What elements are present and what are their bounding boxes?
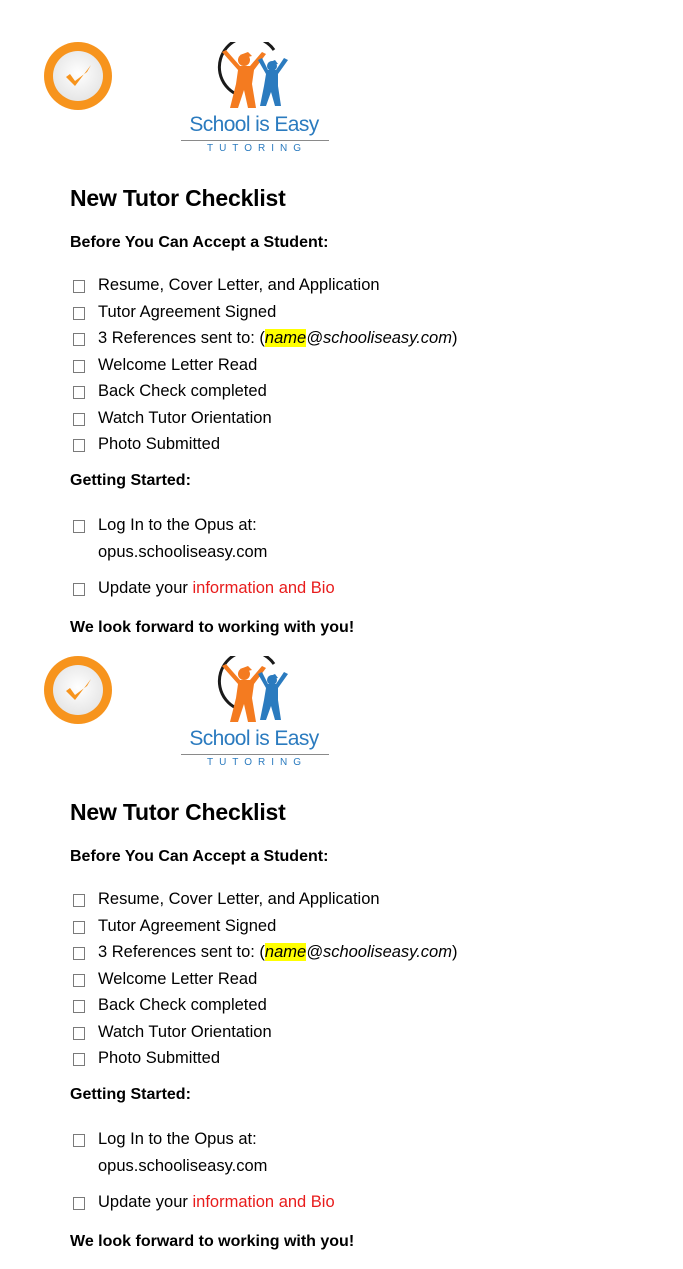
opus-url[interactable]: opus.schooliseasy.com (98, 539, 267, 566)
school-is-easy-logo: School is Easy TUTORING (178, 42, 330, 157)
checklist-item-label: Photo Submitted (98, 1049, 220, 1067)
checkbox-icon[interactable] (73, 1026, 85, 1040)
logo-divider (181, 754, 329, 755)
checkbox-icon[interactable] (73, 973, 85, 987)
checkbox-icon[interactable] (73, 359, 85, 373)
references-prefix: 3 References sent to: ( (98, 943, 265, 961)
requirements-checklist: Resume, Cover Letter, and Application Tu… (70, 274, 457, 460)
checklist-item-label: Photo Submitted (98, 435, 220, 453)
highlighted-name-placeholder: name (264, 329, 307, 347)
checklist-item-label: Watch Tutor Orientation (98, 408, 272, 427)
school-is-easy-logo: School is Easy TUTORING (178, 656, 330, 771)
checkbox-icon[interactable] (73, 947, 85, 960)
checkmark-badge-icon (43, 41, 113, 111)
requirements-checklist: Resume, Cover Letter, and Application Tu… (70, 888, 457, 1074)
references-suffix: ) (451, 943, 458, 961)
checklist-item-label: Welcome Letter Read (98, 355, 258, 374)
logo-wordmark: School is Easy (189, 727, 319, 750)
checklist-item-label: Resume, Cover Letter, and Application (98, 890, 380, 908)
checklist-item-label: Back Check completed (98, 996, 267, 1014)
checklist-page-2: School is Easy TUTORING New Tutor Checkl… (0, 614, 683, 1250)
login-instruction: Log In to the Opus at: (98, 1130, 257, 1148)
checkbox-icon[interactable] (73, 280, 85, 293)
information-and-bio-link[interactable]: information and Bio (192, 577, 334, 599)
checklist-item: Tutor Agreement Signed (70, 301, 457, 328)
section-heading-before: Before You Can Accept a Student: (70, 234, 329, 251)
page-title: New Tutor Checklist (70, 799, 286, 825)
checklist-item: 3 References sent to: (name@schooliseasy… (70, 327, 457, 354)
checklist-page-1: School is Easy TUTORING New Tutor Checkl… (0, 0, 683, 636)
checklist-item: Welcome Letter Read (70, 968, 457, 995)
checkbox-icon[interactable] (73, 894, 85, 907)
checklist-item: Watch Tutor Orientation (70, 1021, 457, 1048)
checkbox-icon[interactable] (73, 1000, 85, 1013)
opus-url[interactable]: opus.schooliseasy.com (98, 1153, 267, 1180)
section-heading-before: Before You Can Accept a Student: (70, 848, 329, 865)
checklist-item: 3 References sent to: (name@schooliseasy… (70, 941, 457, 968)
checklist-item-login: Log In to the Opus at: opus.schooliseasy… (70, 512, 267, 566)
checkmark-badge-icon (43, 655, 113, 725)
checkbox-icon[interactable] (73, 306, 85, 320)
section-heading-getting-started: Getting Started: (70, 1086, 191, 1103)
checklist-item-label: Back Check completed (98, 382, 267, 400)
references-suffix: ) (451, 329, 458, 347)
checklist-item: Photo Submitted (70, 433, 457, 460)
checklist-item-label: Watch Tutor Orientation (98, 1022, 272, 1041)
checklist-item: Tutor Agreement Signed (70, 915, 457, 942)
checklist-item-label: Tutor Agreement Signed (98, 302, 277, 321)
students-logo-icon (217, 42, 288, 108)
highlighted-name-placeholder: name (264, 943, 307, 961)
login-instruction: Log In to the Opus at: (98, 516, 257, 534)
email-domain: @schooliseasy.com (306, 943, 452, 961)
checkbox-icon[interactable] (73, 386, 85, 399)
checklist-item: Back Check completed (70, 994, 457, 1021)
checklist-item: Resume, Cover Letter, and Application (70, 888, 457, 915)
checkbox-icon[interactable] (73, 1053, 85, 1066)
checklist-item-label: 3 References sent to: (name@schooliseasy… (98, 327, 457, 349)
email-domain: @schooliseasy.com (306, 329, 452, 347)
checklist-item-label: Welcome Letter Read (98, 969, 258, 988)
section-heading-getting-started: Getting Started: (70, 472, 191, 489)
update-prefix: Update your (98, 579, 193, 597)
update-prefix: Update your (98, 1193, 193, 1211)
logo-wordmark: School is Easy (189, 113, 319, 136)
checkbox-icon[interactable] (73, 333, 85, 346)
closing-message: We look forward to working with you! (70, 1233, 355, 1250)
checkbox-icon[interactable] (73, 1197, 85, 1210)
information-and-bio-link[interactable]: information and Bio (192, 1191, 334, 1213)
checklist-item: Welcome Letter Read (70, 354, 457, 381)
checkbox-icon[interactable] (73, 520, 85, 533)
checklist-item: Resume, Cover Letter, and Application (70, 274, 457, 301)
checklist-item: Watch Tutor Orientation (70, 407, 457, 434)
page-title: New Tutor Checklist (70, 185, 286, 211)
logo-tagline: TUTORING (206, 757, 308, 768)
logo-tagline: TUTORING (206, 143, 308, 154)
checklist-item-login: Log In to the Opus at: opus.schooliseasy… (70, 1126, 267, 1180)
checkbox-icon[interactable] (73, 412, 85, 426)
checklist-item-label: Resume, Cover Letter, and Application (98, 276, 380, 294)
logo-divider (181, 140, 329, 141)
checkbox-icon[interactable] (73, 583, 85, 596)
checklist-item-update-bio: Update your information and Bio (70, 1191, 335, 1213)
students-logo-icon (217, 656, 288, 722)
checklist-item-update-bio: Update your information and Bio (70, 577, 335, 599)
checkbox-icon[interactable] (73, 1134, 85, 1147)
checkbox-icon[interactable] (73, 920, 85, 934)
checklist-item: Back Check completed (70, 380, 457, 407)
checkbox-icon[interactable] (73, 439, 85, 452)
checklist-item-label: 3 References sent to: (name@schooliseasy… (98, 941, 457, 963)
references-prefix: 3 References sent to: ( (98, 329, 265, 347)
checklist-item: Photo Submitted (70, 1047, 457, 1074)
checklist-item-label: Tutor Agreement Signed (98, 916, 277, 935)
